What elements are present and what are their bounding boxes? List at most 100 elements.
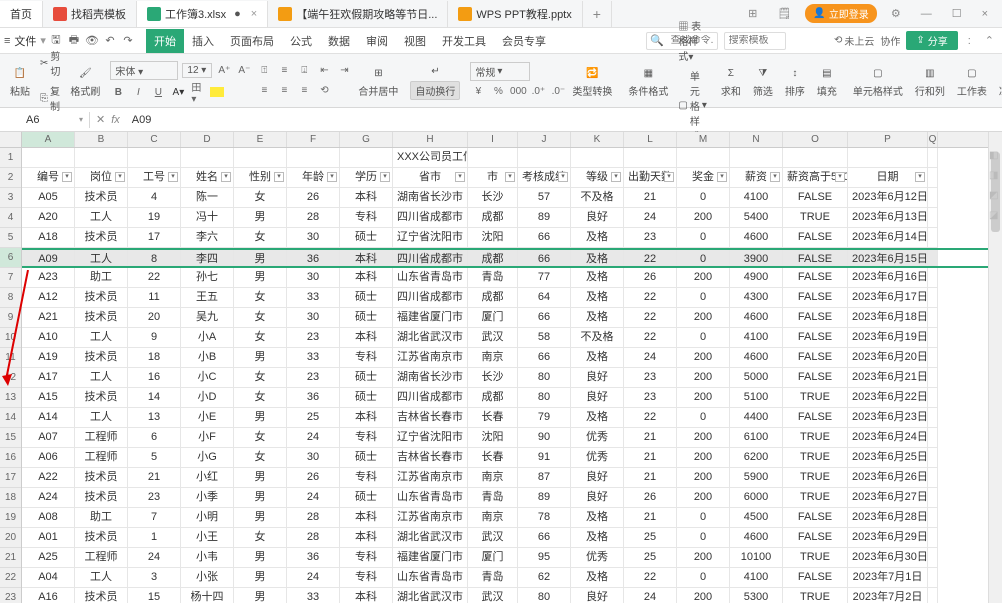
- cell[interactable]: 200: [677, 348, 730, 368]
- cell[interactable]: 6000: [730, 488, 783, 508]
- cell[interactable]: 女: [234, 388, 287, 408]
- cell[interactable]: A16: [22, 588, 75, 603]
- cell[interactable]: 出勤天数▾: [624, 168, 677, 188]
- cell[interactable]: 女: [234, 308, 287, 328]
- cell[interactable]: 2023年7月2日: [848, 588, 928, 603]
- cell[interactable]: 及格: [571, 308, 624, 328]
- row-header[interactable]: 5: [0, 228, 21, 248]
- undo-icon[interactable]: ↶: [102, 33, 118, 49]
- cell[interactable]: 学历▾: [340, 168, 393, 188]
- cell[interactable]: 4100: [730, 188, 783, 208]
- cell[interactable]: [928, 268, 938, 288]
- cell[interactable]: 技术员: [75, 228, 128, 248]
- cell[interactable]: [928, 388, 938, 408]
- cell[interactable]: [287, 148, 340, 168]
- cell[interactable]: 21: [624, 508, 677, 528]
- cell[interactable]: 硕士: [340, 288, 393, 308]
- cell[interactable]: TRUE: [783, 588, 848, 603]
- cell[interactable]: 编号▾: [22, 168, 75, 188]
- cell[interactable]: 本科: [340, 528, 393, 548]
- cell[interactable]: [928, 468, 938, 488]
- cell[interactable]: 200: [677, 368, 730, 388]
- cell[interactable]: 5400: [730, 208, 783, 228]
- cell[interactable]: 4600: [730, 228, 783, 248]
- cell[interactable]: 28: [287, 508, 340, 528]
- cell[interactable]: 男: [234, 548, 287, 568]
- cell[interactable]: 及格: [571, 528, 624, 548]
- cell[interactable]: 工人: [75, 368, 128, 388]
- cell[interactable]: 考核成绩▾: [518, 168, 571, 188]
- menu-tab-0[interactable]: 开始: [146, 29, 184, 53]
- cell[interactable]: [730, 148, 783, 168]
- filter-dropdown-icon[interactable]: ▾: [115, 172, 125, 182]
- cell[interactable]: 江苏省南京市: [393, 468, 468, 488]
- cell[interactable]: [677, 148, 730, 168]
- side-pane3-icon[interactable]: ◩: [989, 190, 1001, 202]
- col-header[interactable]: G: [340, 132, 393, 147]
- cell[interactable]: 技术员: [75, 188, 128, 208]
- cell[interactable]: 66: [518, 228, 571, 248]
- cell[interactable]: 7: [128, 508, 181, 528]
- cell[interactable]: 四川省成都市: [393, 288, 468, 308]
- tab-workbook[interactable]: 工作簿3.xlsx●×: [137, 1, 268, 27]
- cell[interactable]: 30: [287, 228, 340, 248]
- cell[interactable]: 女: [234, 328, 287, 348]
- cell[interactable]: 26: [624, 268, 677, 288]
- cell[interactable]: 21: [624, 428, 677, 448]
- cell[interactable]: 薪资高于5000▾: [783, 168, 848, 188]
- cell[interactable]: 小韦: [181, 548, 234, 568]
- cell[interactable]: 男: [234, 508, 287, 528]
- close-window-icon[interactable]: ×: [976, 8, 994, 20]
- filter-dropdown-icon[interactable]: ▾: [770, 172, 780, 182]
- cell[interactable]: [848, 148, 928, 168]
- cell[interactable]: 24: [624, 588, 677, 603]
- indent-inc-icon[interactable]: ⇥: [336, 63, 352, 79]
- cell[interactable]: 湖北省武汉市: [393, 588, 468, 603]
- cell[interactable]: [928, 488, 938, 508]
- cell[interactable]: 66: [518, 250, 571, 266]
- cell[interactable]: 青岛: [468, 488, 518, 508]
- cell[interactable]: FALSE: [783, 268, 848, 288]
- col-header[interactable]: L: [624, 132, 677, 147]
- cell[interactable]: 28: [287, 528, 340, 548]
- cell[interactable]: 良好: [571, 588, 624, 603]
- cell[interactable]: 200: [677, 208, 730, 228]
- cell[interactable]: XXX公司员工信息: [393, 148, 468, 168]
- cell[interactable]: 男: [234, 588, 287, 603]
- cell[interactable]: 本科: [340, 188, 393, 208]
- cell[interactable]: A12: [22, 288, 75, 308]
- cell[interactable]: 11: [128, 288, 181, 308]
- cell[interactable]: [928, 508, 938, 528]
- cell[interactable]: 23: [624, 388, 677, 408]
- cell[interactable]: 长春: [468, 448, 518, 468]
- side-pane4-icon[interactable]: ◪: [989, 210, 1001, 222]
- col-header[interactable]: C: [128, 132, 181, 147]
- menu-tab-8[interactable]: 会员专享: [494, 29, 554, 53]
- cell[interactable]: 成都: [468, 250, 518, 266]
- cell[interactable]: 5900: [730, 468, 783, 488]
- cell[interactable]: 沈阳: [468, 428, 518, 448]
- formula-input[interactable]: A09: [126, 112, 1002, 128]
- cell[interactable]: 专科: [340, 548, 393, 568]
- cell[interactable]: 冯十: [181, 208, 234, 228]
- orient-icon[interactable]: ⟲: [316, 83, 332, 99]
- cell[interactable]: 山东省青岛市: [393, 268, 468, 288]
- cell[interactable]: 王五: [181, 288, 234, 308]
- cell[interactable]: 87: [518, 468, 571, 488]
- filter-dropdown-icon[interactable]: ▾: [611, 172, 621, 182]
- condfmt-button[interactable]: ▦条件格式: [622, 61, 674, 100]
- login-button[interactable]: 👤立即登录: [805, 4, 876, 23]
- row-header[interactable]: 18: [0, 488, 21, 508]
- cell[interactable]: 80: [518, 368, 571, 388]
- cell[interactable]: 24: [287, 568, 340, 588]
- cell[interactable]: 女: [234, 288, 287, 308]
- cell[interactable]: 李四: [181, 250, 234, 266]
- cell[interactable]: 优秀: [571, 448, 624, 468]
- cell[interactable]: 200: [677, 448, 730, 468]
- cell[interactable]: 小F: [181, 428, 234, 448]
- cell[interactable]: 33: [287, 288, 340, 308]
- cell[interactable]: 长沙: [468, 188, 518, 208]
- cell[interactable]: 91: [518, 448, 571, 468]
- cell[interactable]: 辽宁省沈阳市: [393, 228, 468, 248]
- col-header[interactable]: F: [287, 132, 340, 147]
